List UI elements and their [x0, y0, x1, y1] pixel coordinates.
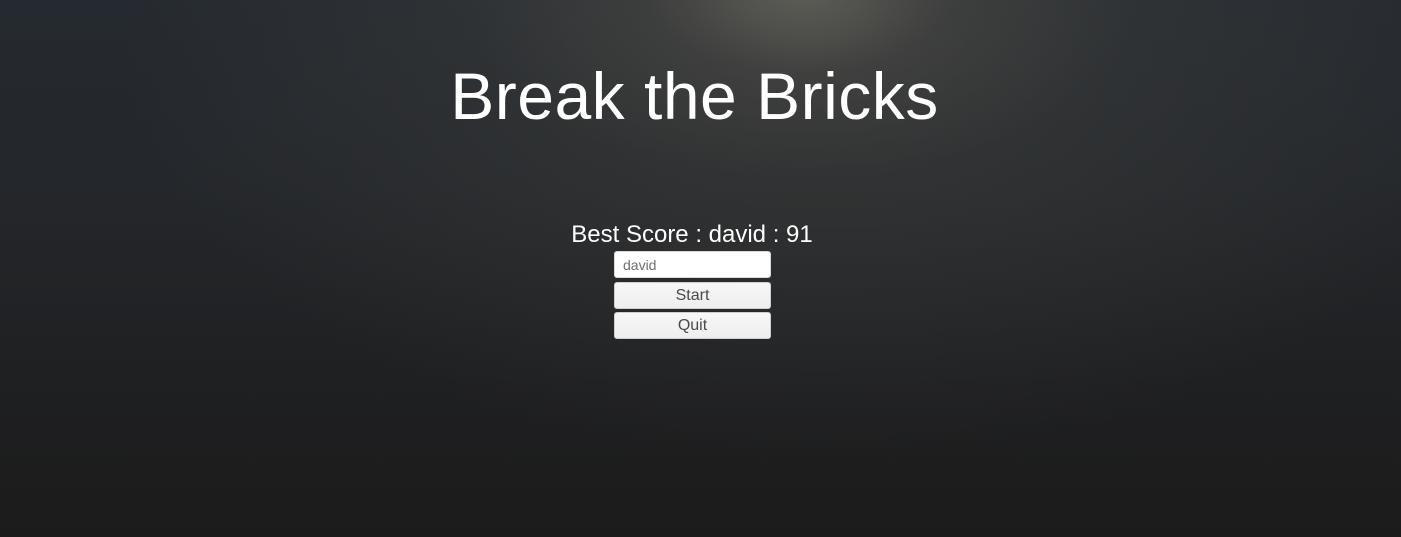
start-button[interactable]: Start	[614, 282, 771, 309]
best-score-label: Best Score : david : 91	[571, 221, 813, 248]
game-title: Break the Bricks	[450, 59, 939, 133]
main-menu-screen: Break the Bricks Best Score : david : 91…	[0, 0, 1401, 537]
player-name-input[interactable]	[614, 251, 771, 278]
quit-button[interactable]: Quit	[614, 312, 771, 339]
